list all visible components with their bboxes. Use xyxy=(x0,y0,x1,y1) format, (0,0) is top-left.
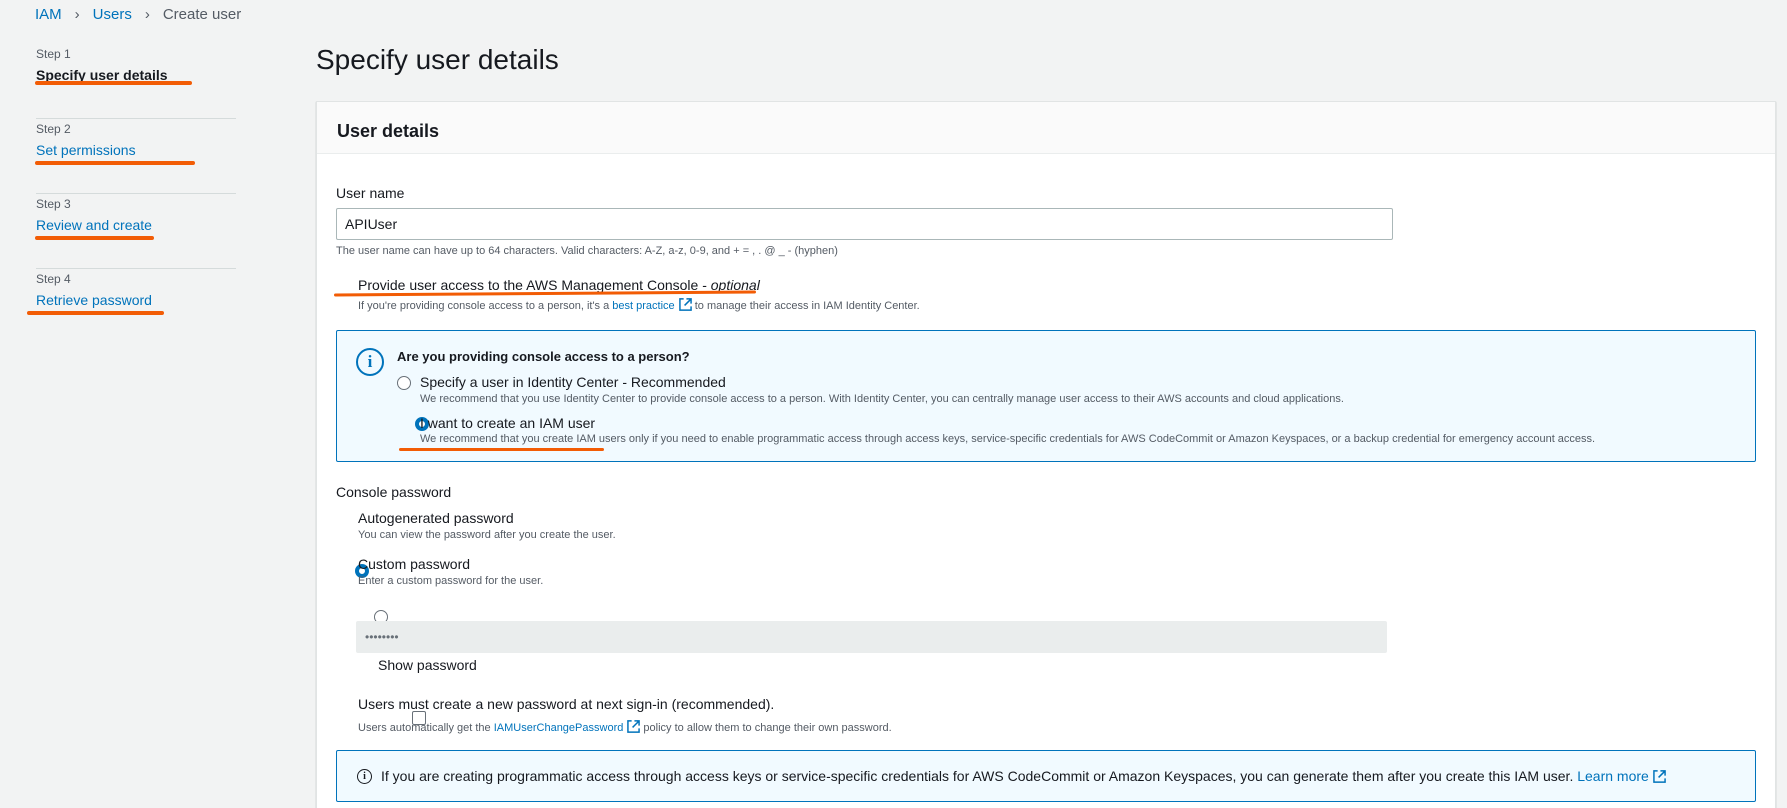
user-name-label: User name xyxy=(336,185,405,201)
info-box-title: Are you providing console access to a pe… xyxy=(397,349,690,364)
iam-user-label[interactable]: I want to create an IAM user xyxy=(420,415,595,431)
autogenerated-password-label[interactable]: Autogenerated password xyxy=(358,510,514,526)
external-link-icon xyxy=(1653,770,1666,783)
learn-more-link[interactable]: Learn more xyxy=(1577,768,1649,784)
wizard-steps: Step 1 Specify user details Step 2 Set p… xyxy=(36,44,236,344)
info-text: If you are creating programmatic access … xyxy=(381,768,1578,784)
custom-password-label[interactable]: Custom password xyxy=(358,556,470,572)
step-number: Step 1 xyxy=(36,47,71,61)
step-link-set-permissions[interactable]: Set permissions xyxy=(36,142,136,158)
info-icon: i xyxy=(356,348,384,376)
require-reset-hint: Users automatically get the IAMUserChang… xyxy=(358,720,892,734)
info-icon: i xyxy=(357,769,372,784)
best-practice-link[interactable]: best practice xyxy=(612,300,674,312)
chevron-right-icon: › xyxy=(144,5,150,23)
require-reset-label[interactable]: Users must create a new password at next… xyxy=(358,696,774,712)
breadcrumb: IAM › Users › Create user xyxy=(35,4,241,24)
step-2: Step 2 Set permissions xyxy=(36,119,236,194)
user-details-panel: User details User name The user name can… xyxy=(316,101,1776,808)
annotation-underline xyxy=(399,448,604,451)
programmatic-access-info-box: i If you are creating programmatic acces… xyxy=(336,750,1756,802)
external-link-icon xyxy=(627,720,641,733)
annotation-underline xyxy=(35,81,192,85)
step-link-review-and-create[interactable]: Review and create xyxy=(36,217,152,233)
user-name-input[interactable] xyxy=(336,208,1393,240)
annotation-underline xyxy=(35,161,195,165)
user-name-hint: The user name can have up to 64 characte… xyxy=(336,245,838,257)
hint-text: If you're providing console access to a … xyxy=(358,300,613,312)
annotation-underline xyxy=(27,311,164,315)
annotation-underline xyxy=(35,236,154,240)
hint-text: to manage their access in IAM Identity C… xyxy=(691,300,920,312)
step-link-retrieve-password[interactable]: Retrieve password xyxy=(36,292,152,308)
step-number: Step 4 xyxy=(36,272,71,286)
custom-password-input[interactable]: •••••••• xyxy=(356,621,1387,653)
iam-user-desc: We recommend that you create IAM users o… xyxy=(420,433,1596,445)
console-password-label: Console password xyxy=(336,484,452,500)
external-link-icon xyxy=(678,298,692,311)
autogenerated-password-desc: You can view the password after you crea… xyxy=(358,529,616,541)
programmatic-access-info-text: If you are creating programmatic access … xyxy=(381,768,1666,784)
breadcrumb-iam-link[interactable]: IAM xyxy=(35,6,62,23)
step-4: Step 4 Retrieve password xyxy=(36,269,236,344)
masked-password-value: •••••••• xyxy=(365,630,399,644)
console-person-info-box: i Are you providing console access to a … xyxy=(336,330,1756,462)
panel-title: User details xyxy=(317,102,1775,154)
step-number: Step 3 xyxy=(36,197,71,211)
custom-password-desc: Enter a custom password for the user. xyxy=(358,575,544,587)
hint-text: Users automatically get the xyxy=(358,722,494,734)
chevron-right-icon: › xyxy=(74,5,80,23)
breadcrumb-users-link[interactable]: Users xyxy=(93,6,132,23)
breadcrumb-current: Create user xyxy=(162,5,242,23)
step-number: Step 2 xyxy=(36,122,71,136)
iam-user-change-password-link[interactable]: IAMUserChangePassword xyxy=(494,722,624,734)
show-password-label[interactable]: Show password xyxy=(378,657,477,673)
hint-text: policy to allow them to change their own… xyxy=(640,722,892,734)
page-title: Specify user details xyxy=(316,44,559,75)
identity-center-label[interactable]: Specify a user in Identity Center - Reco… xyxy=(420,374,726,390)
identity-center-desc: We recommend that you use Identity Cente… xyxy=(420,393,1344,405)
step-3: Step 3 Review and create xyxy=(36,194,236,269)
identity-center-radio[interactable] xyxy=(397,376,411,390)
console-access-hint: If you're providing console access to a … xyxy=(358,298,920,312)
